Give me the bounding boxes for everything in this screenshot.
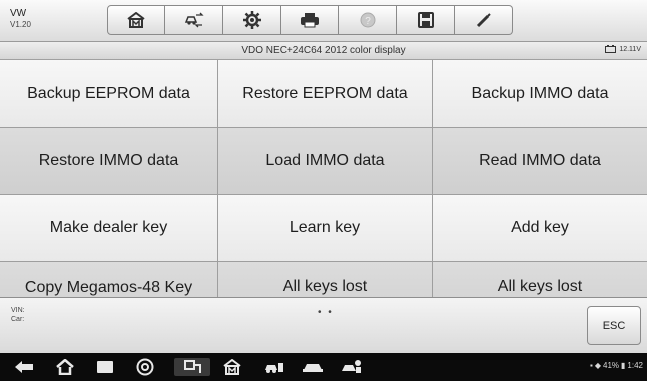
function-button[interactable]: Load IMMO data [218,128,432,194]
function-button[interactable]: Learn key [218,195,432,261]
battery-icon: ▮ [621,361,626,370]
software-version: V1.20 [10,20,31,29]
top-toolbar: VW V1.20 ? [0,0,647,42]
function-button[interactable]: All keys lost [218,262,432,297]
page-title: VDO NEC+24C64 2012 color display [241,45,406,56]
navigation-bar: ▪ ◆ 41% ▮ 1:42 [0,353,647,381]
clock: 1:42 [627,361,643,370]
car-label: Car: [11,316,25,323]
back-button[interactable] [14,358,34,376]
settings-icon [242,11,261,29]
print-button[interactable] [281,5,339,35]
page-indicator: • • [318,307,334,318]
function-button[interactable]: Restore IMMO data [0,128,217,194]
print-icon [300,13,319,28]
function-button[interactable]: Read IMMO data [433,128,647,194]
function-button[interactable]: Backup EEPROM data [0,60,217,127]
android-home-button[interactable] [55,358,75,376]
help-icon: ? [360,12,375,28]
esc-button[interactable]: ESC [587,306,641,345]
battery-status: 12.11V [605,45,641,53]
vehicle-shortcut-1[interactable] [263,358,285,376]
svg-text:?: ? [365,16,371,27]
edit-icon [476,13,491,28]
vehicle-make: VW [10,8,27,19]
help-button[interactable]: ? [339,5,397,35]
home-icon [127,12,145,28]
toolbar-buttons: ? [107,5,513,35]
save-icon [417,12,434,28]
vehicle-shortcut-2[interactable] [302,358,324,376]
settings-button[interactable] [223,5,281,35]
vehicle-1-icon [265,363,283,373]
function-button[interactable]: Add key [433,195,647,261]
vin-label: VIN: [11,307,25,314]
edit-button[interactable] [455,5,513,35]
browser-button[interactable] [136,358,154,376]
vehicle-info: VW V1.20 [10,8,31,30]
notification-icon: ▪ [590,361,593,370]
function-button[interactable]: Backup IMMO data [433,60,647,127]
function-button[interactable]: Make dealer key [0,195,217,261]
vci-icon [184,360,201,373]
wifi-icon: ◆ [594,361,601,370]
maxisys-home-button[interactable] [223,358,241,376]
battery-percent: 41% [603,361,620,370]
home-icon [56,359,74,375]
back-icon [15,361,33,373]
footer-bar: VIN: Car: • • ESC [0,297,647,353]
function-button[interactable]: Restore EEPROM data [218,60,432,127]
vehicle-swap-button[interactable] [165,5,223,35]
function-grid: Backup EEPROM data Restore EEPROM data B… [0,60,647,297]
vehicle-shortcut-3[interactable] [340,358,364,376]
vci-button[interactable] [174,358,210,376]
title-bar: VDO NEC+24C64 2012 color display 12.11V [0,42,647,60]
system-status: ▪ ◆ 41% ▮ 1:42 [590,361,643,370]
vehicle-swap-icon [184,12,204,28]
vehicle-battery-icon [605,45,617,53]
home-button[interactable] [107,5,165,35]
maxisys-home-icon [223,359,241,375]
function-button[interactable]: All keys lost [433,262,647,297]
browser-icon [136,358,154,376]
recent-apps-icon [97,361,113,373]
vehicle-3-icon [342,360,361,373]
function-button[interactable]: Copy Megamos-48 Key [0,262,217,297]
save-button[interactable] [397,5,455,35]
battery-voltage: 12.11V [619,45,641,53]
recent-apps-button[interactable] [96,358,114,376]
vehicle-2-icon [303,364,323,372]
